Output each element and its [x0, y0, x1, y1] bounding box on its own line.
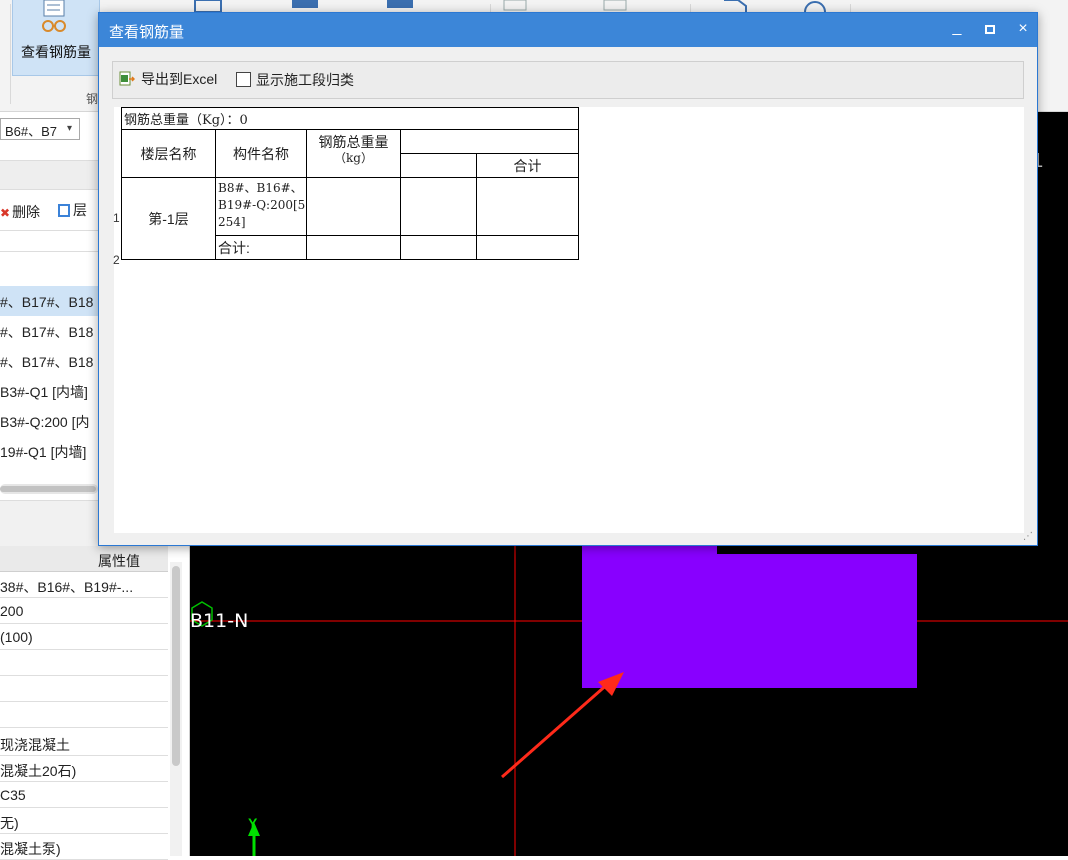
delete-button[interactable]: ✖ 删除 [0, 202, 48, 222]
close-button[interactable]: × [1011, 17, 1035, 41]
dialog-titlebar[interactable] [99, 13, 1037, 47]
layer-button[interactable]: 层 [58, 200, 100, 220]
floor-combo[interactable]: B6#、B7 ▾ [0, 118, 80, 140]
subtotal-cell [476, 177, 579, 236]
property-row[interactable]: 无) [0, 808, 168, 834]
rebar-report-table: 钢筋总重量（Kg）：0 楼层名称 构件名称 钢筋总重量 （kg） 合计 第-1层… [121, 107, 579, 260]
total-weight-cell: 钢筋总重量（Kg）：0 [121, 107, 579, 130]
list-item[interactable]: #、B17#、B18 [0, 346, 100, 376]
property-row[interactable]: 38#、B16#、B19#-... [0, 572, 168, 598]
header-component-label: 构件名称 [233, 145, 289, 162]
property-value-column-header: 属性值 [0, 546, 168, 572]
slab-notch [717, 546, 917, 554]
resize-grip-icon[interactable]: ⋰ [1023, 531, 1033, 542]
checkbox-icon [236, 72, 251, 87]
header-blank-cell [400, 153, 477, 178]
view-rebar-dialog: 查看钢筋量 _ × 导出到Excel 显示施工段归类 钢筋总重量（Kg）：0 楼… [98, 12, 1038, 546]
chevron-down-icon: ▾ [67, 123, 73, 134]
header-subtotal: 合计 [476, 153, 579, 178]
maximize-icon [985, 25, 995, 34]
header-total-weight: 钢筋总重量 （kg） [306, 129, 401, 178]
property-row-empty[interactable] [0, 702, 168, 728]
dialog-title: 查看钢筋量 [109, 24, 185, 41]
component-cell: B8#、B16#、B19#-Q:200[5254] [215, 177, 307, 236]
layer-label: 层 [73, 202, 87, 218]
property-row[interactable]: 现浇混凝土 [0, 730, 168, 756]
show-segment-label: 显示施工段归类 [256, 72, 354, 88]
slab-shape [582, 546, 717, 554]
row-number: 2 [113, 253, 120, 267]
list-item-label: #、B17#、B18 [0, 294, 94, 310]
export-excel-button[interactable]: 导出到Excel [119, 69, 217, 93]
header-floor-name: 楼层名称 [121, 129, 216, 178]
weight-cell [306, 177, 401, 236]
header-total-weight-line1: 钢筋总重量 [318, 134, 389, 150]
list-item[interactable]: B3#-Q:200 [内 [0, 406, 100, 436]
list-item-label: #、B17#、B18 [0, 354, 94, 370]
export-label: 导出到Excel [141, 71, 218, 87]
value-cell [400, 235, 477, 260]
component-list-scrollbar-thumb[interactable] [0, 486, 96, 492]
header-total-weight-line2: （kg） [334, 151, 373, 165]
subtotal-cell [476, 235, 579, 260]
list-item[interactable]: #、B17#、B18 [0, 316, 100, 346]
list-item[interactable]: B3#-Q1 [内墙] [0, 376, 100, 406]
header-component-name: 构件名称 [215, 129, 307, 178]
annotation-arrow [501, 680, 611, 779]
property-row[interactable]: 混凝土泵) [0, 834, 168, 860]
ribbon-separator [10, 4, 11, 104]
excel-export-icon [119, 71, 135, 86]
ucs-y-label: Y [248, 815, 258, 831]
delete-icon: ✖ [0, 206, 11, 220]
row-number: 1 [113, 211, 120, 225]
property-row[interactable]: 混凝土20石) [0, 756, 168, 782]
list-item-label: B3#-Q1 [内墙] [0, 384, 88, 400]
layer-icon [58, 204, 70, 217]
properties-scrollbar-thumb[interactable] [172, 566, 180, 766]
floor-combo-value: B6#、B7 [5, 124, 58, 139]
view-rebar-icon [42, 0, 66, 32]
property-row[interactable] [0, 650, 168, 676]
ribbon-group-label: 钢 [86, 92, 99, 106]
property-row[interactable]: C35 [0, 782, 168, 808]
view-rebar-ribbon-label: 查看钢筋量 [21, 44, 91, 60]
axis-label: B11-N [190, 610, 249, 632]
list-item[interactable]: 19#-Q1 [内墙] [0, 436, 100, 466]
component-list-header [0, 160, 100, 190]
weight-cell [306, 235, 401, 260]
slab-shape [582, 554, 917, 688]
list-item-label: B3#-Q:200 [内 [0, 414, 90, 430]
total-label-cell: 合计: [215, 235, 307, 260]
list-item[interactable]: #、B17#、B18 [0, 286, 100, 316]
property-row[interactable] [0, 676, 168, 702]
property-row[interactable]: (100) [0, 624, 168, 650]
show-segment-checkbox[interactable]: 显示施工段归类 [236, 70, 354, 92]
minimize-button[interactable]: _ [945, 17, 969, 41]
delete-label: 删除 [12, 204, 41, 220]
list-item-label: 19#-Q1 [内墙] [0, 444, 87, 460]
component-search-input[interactable] [0, 230, 100, 252]
list-item-label: #、B17#、B18 [0, 324, 94, 340]
floor-cell: 第-1层 [121, 177, 216, 260]
header-group-cell [400, 129, 579, 154]
property-row[interactable]: 200 [0, 598, 168, 624]
value-cell [400, 177, 477, 236]
